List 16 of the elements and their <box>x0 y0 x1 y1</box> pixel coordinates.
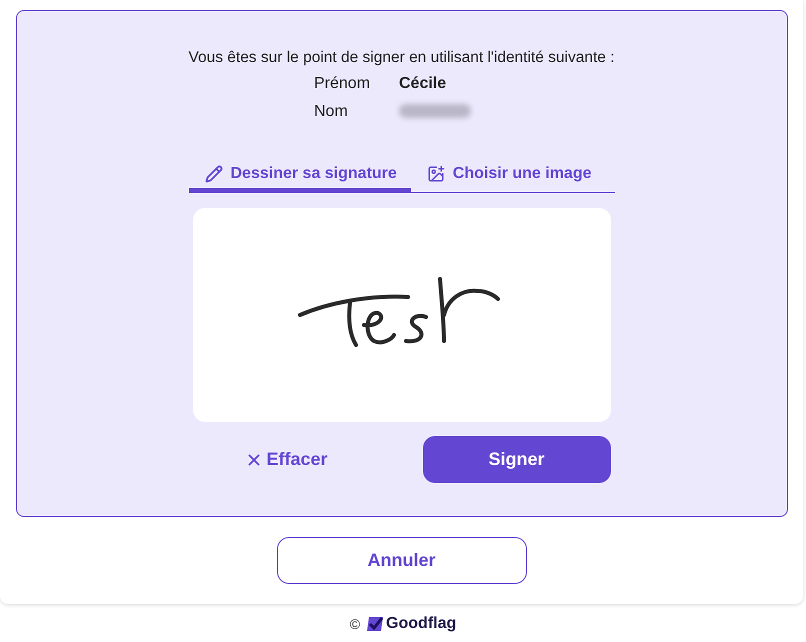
copyright-symbol: © <box>350 614 360 634</box>
tab[interactable]: Choisir une image <box>410 156 606 192</box>
intro-text: Vous êtes sur le point de signer en utilisant l'identité suivante : <box>188 48 615 68</box>
signature-pad[interactable] <box>192 208 610 422</box>
pencil-icon <box>204 165 222 184</box>
clear-button[interactable]: Effacer <box>244 446 328 474</box>
field-label: Prénom <box>314 74 372 94</box>
field-label: Nom <box>314 102 349 122</box>
brand-name: Goodflag <box>386 614 456 634</box>
sign-button[interactable]: Signer <box>422 436 610 484</box>
field-value: Cécile <box>399 74 448 94</box>
cancel-button[interactable]: Annuler <box>276 537 526 584</box>
check-flag-icon <box>366 615 384 633</box>
blurred-value <box>399 104 471 118</box>
image-plus-icon <box>426 164 445 183</box>
tab[interactable]: Dessiner sa signature <box>188 156 411 192</box>
